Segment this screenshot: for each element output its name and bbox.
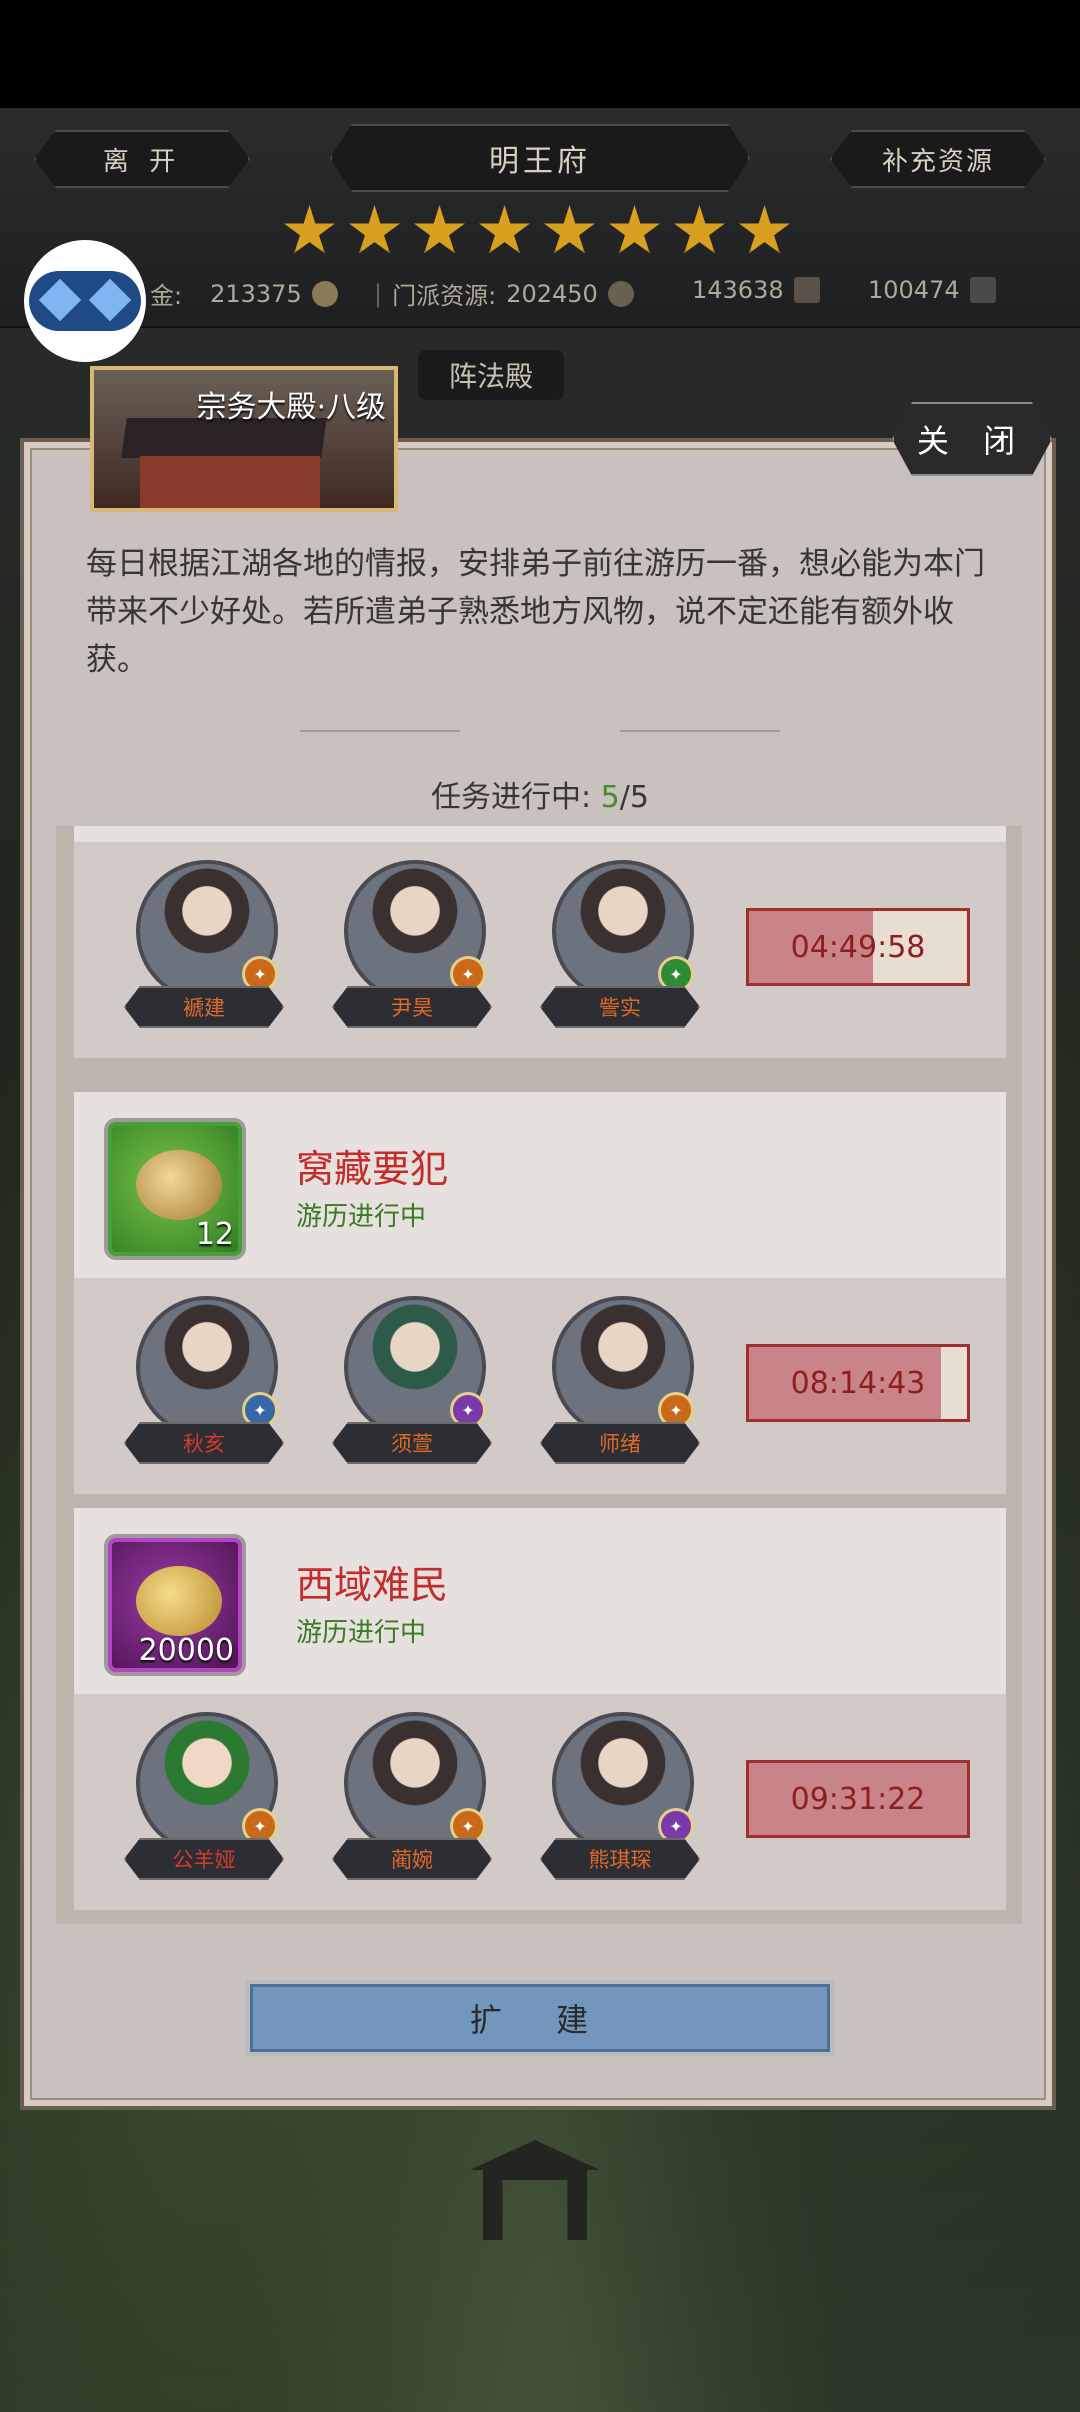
progress-total: 5: [629, 780, 649, 815]
gold-resource: 金: 213375: [150, 276, 338, 311]
resource-3-value: 143638: [692, 276, 784, 304]
progress-label: 任务进行中:: [431, 780, 592, 815]
coin-icon: [311, 280, 338, 307]
sect-value: 202450: [506, 279, 598, 308]
tab-formation-hall[interactable]: 阵法殿: [418, 350, 564, 400]
reward-count: 12: [195, 1217, 234, 1252]
progress-separator: /: [619, 780, 630, 815]
task-body: ✦ 公羊娅 ✦ 蔺婉 ✦ 熊琪琛 09:31:22: [74, 1694, 1006, 1910]
task-item[interactable]: ✦ 褫建 ✦ 尹昊 ✦ 訾实 04:49:58: [74, 826, 1006, 1078]
wood-icon: [793, 277, 820, 303]
task-item[interactable]: 12 窝藏要犯 游历进行中 ✦ 秋亥 ✦ 须萱 ✦ 师绪 08:14:43: [74, 1092, 1006, 1494]
gold-value: 213375: [210, 279, 302, 308]
hero-name: 须萱: [332, 1422, 492, 1464]
floating-overlay-button[interactable]: [24, 240, 146, 362]
panel-description: 每日根据江湖各地的情报，安排弟子前往游历一番，想必能为本门带来不少好处。若所遣弟…: [86, 546, 985, 678]
reward-item[interactable]: 12: [104, 1118, 246, 1260]
resource-4: 100474: [868, 276, 996, 304]
sect-resource: | 门派资源: 202450: [374, 276, 634, 311]
building-title: 宗务大殿·八级: [196, 390, 386, 425]
hero-slot[interactable]: ✦ 尹昊: [332, 860, 492, 1036]
resource-3: 143638: [692, 276, 820, 304]
divider-right: [620, 730, 780, 732]
star-icon: [349, 205, 400, 254]
hero-slot[interactable]: ✦ 蔺婉: [332, 1712, 492, 1888]
hero-name: 褫建: [124, 986, 284, 1028]
hero-slot[interactable]: ✦ 师绪: [540, 1296, 700, 1472]
building-card: 宗务大殿·八级: [90, 366, 398, 512]
divider-left: [300, 730, 460, 732]
stone-icon: [969, 277, 996, 303]
location-title: 明王府: [330, 124, 750, 192]
resource-bar: 金: 213375 | 门派资源: 202450 143638 100474: [0, 270, 1080, 314]
gold-ingots-icon: [136, 1150, 222, 1220]
hero-slot[interactable]: ✦ 秋亥: [124, 1296, 284, 1472]
resource-4-value: 100474: [868, 276, 960, 304]
task-status: 游历进行中: [296, 1618, 427, 1648]
timer-text: 04:49:58: [790, 929, 926, 965]
star-icon: [674, 205, 725, 254]
copper-coin-icon: [136, 1566, 222, 1636]
gold-label: 金:: [150, 282, 183, 310]
task-header-partial: [74, 826, 1006, 842]
supply-resources-button[interactable]: 补充资源: [830, 130, 1046, 188]
star-icon: [414, 205, 465, 254]
hero-name: 蔺婉: [332, 1838, 492, 1880]
close-button[interactable]: 关 闭: [892, 402, 1052, 476]
reward-item[interactable]: 20000: [104, 1534, 246, 1676]
building-wall: [140, 456, 320, 508]
task-status: 游历进行中: [296, 1202, 427, 1232]
task-progress: 任务进行中: 5/5: [0, 772, 1080, 816]
hero-name: 公羊娅: [124, 1838, 284, 1880]
hero-slot[interactable]: ✦ 公羊娅: [124, 1712, 284, 1888]
rating-stars: [283, 205, 791, 258]
gamepad-icon: [29, 271, 141, 331]
expand-button[interactable]: 扩 建: [246, 1980, 834, 2056]
ore-icon: [607, 280, 634, 307]
task-body: ✦ 秋亥 ✦ 须萱 ✦ 师绪 08:14:43: [74, 1278, 1006, 1494]
star-icon: [544, 205, 595, 254]
hero-name: 尹昊: [332, 986, 492, 1028]
star-icon: [479, 205, 530, 254]
hero-name: 訾实: [540, 986, 700, 1028]
hero-name: 秋亥: [124, 1422, 284, 1464]
task-list[interactable]: ✦ 褫建 ✦ 尹昊 ✦ 訾实 04:49:58 12 窝藏要犯 游历进行中 ✦ …: [56, 826, 1022, 1924]
sect-label: 门派资源:: [392, 282, 497, 310]
progress-current: 5: [600, 780, 620, 815]
hero-slot[interactable]: ✦ 熊琪琛: [540, 1712, 700, 1888]
task-header: 20000 西域难民 游历进行中: [74, 1508, 1006, 1694]
hero-slot[interactable]: ✦ 须萱: [332, 1296, 492, 1472]
timer-text: 08:14:43: [790, 1365, 926, 1401]
task-name: 窝藏要犯: [296, 1147, 449, 1191]
hero-slot[interactable]: ✦ 訾实: [540, 860, 700, 1036]
reward-count: 20000: [138, 1633, 234, 1668]
leave-button[interactable]: 离 开: [34, 130, 250, 188]
timer-text: 09:31:22: [790, 1781, 926, 1817]
star-icon: [739, 205, 790, 254]
hero-name: 师绪: [540, 1422, 700, 1464]
star-icon: [609, 205, 660, 254]
status-strip: [0, 0, 1080, 108]
task-timer: 04:49:58: [746, 908, 970, 986]
task-header: 12 窝藏要犯 游历进行中: [74, 1092, 1006, 1278]
star-icon: [284, 205, 335, 254]
hero-name: 熊琪琛: [540, 1838, 700, 1880]
task-timer: 09:31:22: [746, 1760, 970, 1838]
task-body: ✦ 褫建 ✦ 尹昊 ✦ 訾实 04:49:58: [74, 842, 1006, 1058]
task-timer: 08:14:43: [746, 1344, 970, 1422]
task-item[interactable]: 20000 西域难民 游历进行中 ✦ 公羊娅 ✦ 蔺婉 ✦ 熊琪琛 09:31:…: [74, 1508, 1006, 1910]
task-name: 西域难民: [296, 1563, 449, 1607]
hero-slot[interactable]: ✦ 褫建: [124, 860, 284, 1036]
